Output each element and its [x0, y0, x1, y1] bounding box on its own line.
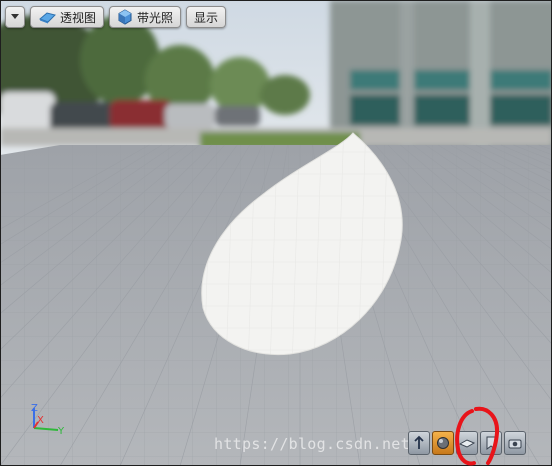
watermark-url: https://blog.csdn.net/	[214, 435, 420, 453]
bookmark-button[interactable]	[480, 431, 502, 455]
viewport-scene	[0, 0, 552, 466]
show-menu-label: 显示	[194, 10, 219, 25]
y-axis-label: Y	[57, 426, 65, 437]
sphere-mode-button[interactable]	[432, 431, 454, 455]
flat-sheet-icon	[459, 439, 475, 448]
camera-button[interactable]	[504, 431, 526, 455]
perspective-view-button[interactable]: 透视图	[30, 6, 105, 28]
viewport-toolbar: 透视图 带光照 显示	[5, 6, 227, 28]
sphere-mode-icon	[437, 437, 449, 449]
viewport-options-button[interactable]	[5, 6, 25, 28]
bookmark-icon	[486, 436, 496, 450]
flat-sheet-button[interactable]	[456, 431, 478, 455]
perspective-cube-icon	[39, 12, 56, 24]
axis-gizmo: Z X Y	[31, 403, 65, 437]
camera-icon	[508, 439, 522, 449]
editor-viewport[interactable]: 透视图 带光照 显示 Z X Y https://blog.csdn.net/	[0, 0, 552, 466]
z-axis-label: Z	[31, 403, 38, 414]
show-menu-button[interactable]: 显示	[186, 6, 227, 28]
move-tool-icon	[414, 435, 424, 449]
x-axis-label: X	[37, 415, 44, 426]
preview-mode-buttons	[408, 431, 526, 455]
perspective-view-label: 透视图	[60, 10, 97, 25]
caret-down-icon	[11, 14, 19, 19]
lit-mode-button[interactable]: 带光照	[109, 6, 182, 28]
y-axis-line	[33, 427, 59, 431]
lit-sphere-icon	[118, 9, 132, 25]
move-tool-button[interactable]	[408, 431, 430, 455]
lit-mode-label: 带光照	[137, 10, 174, 25]
